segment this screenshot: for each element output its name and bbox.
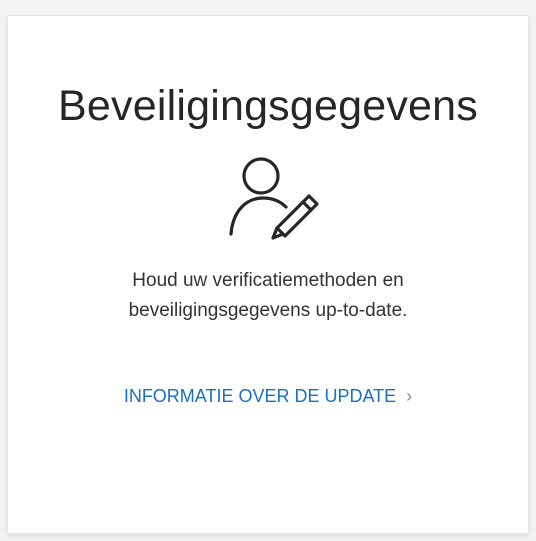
update-info-link-label[interactable]: INFORMATIE OVER DE UPDATE	[124, 386, 396, 406]
chevron-right-icon[interactable]: ›	[406, 384, 412, 408]
security-info-card: Beveiligingsgegevens Houd uw verificatie…	[8, 16, 528, 533]
description-line-2: beveiligingsgegevens up-to-date.	[128, 300, 408, 321]
card-description: Houd uw verificatiemethoden en beveiligi…	[8, 266, 528, 326]
description-line-1: Houd uw verificatiemethoden en	[132, 270, 404, 291]
card-title: Beveiligingsgegevens	[58, 82, 478, 130]
user-edit-icon	[223, 154, 333, 246]
update-info-link[interactable]: INFORMATIE OVER DE UPDATE ›	[8, 384, 528, 408]
